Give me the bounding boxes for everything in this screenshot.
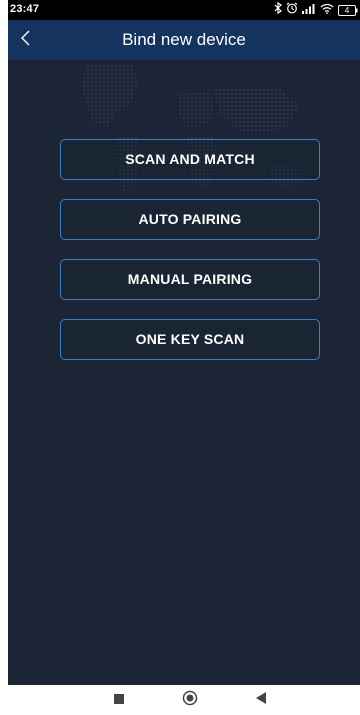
alarm-icon (286, 1, 298, 19)
app-screen: Bind new device SCAN AND MATCH AUTO PAIR… (8, 20, 360, 685)
back-button[interactable] (8, 20, 44, 60)
signal-icon (302, 1, 316, 19)
chevron-left-icon (20, 30, 32, 51)
home-circle-icon (182, 690, 198, 711)
battery-icon: 4 (338, 4, 358, 16)
back-triangle-icon (256, 691, 266, 709)
page-title: Bind new device (122, 30, 246, 49)
wifi-icon (320, 1, 334, 19)
status-time: 23:47 (10, 3, 40, 15)
manual-pairing-button[interactable]: MANUAL PAIRING (60, 259, 320, 300)
app-header: Bind new device (8, 20, 360, 60)
recents-square-icon (114, 691, 124, 709)
system-nav-bar (0, 685, 360, 715)
home-button[interactable] (170, 685, 210, 715)
phone-screen: 23:47 4 Bind new device SCAN AND MATCH A… (0, 0, 360, 715)
scan-and-match-button[interactable]: SCAN AND MATCH (60, 139, 320, 180)
bluetooth-icon (274, 1, 282, 19)
battery-level-text: 4 (344, 5, 350, 15)
nav-back-button[interactable] (241, 685, 281, 715)
status-icons: 4 (274, 1, 358, 19)
one-key-scan-button[interactable]: ONE KEY SCAN (60, 319, 320, 360)
recents-button[interactable] (99, 685, 139, 715)
status-bar: 23:47 4 (8, 0, 360, 20)
auto-pairing-button[interactable]: AUTO PAIRING (60, 199, 320, 240)
